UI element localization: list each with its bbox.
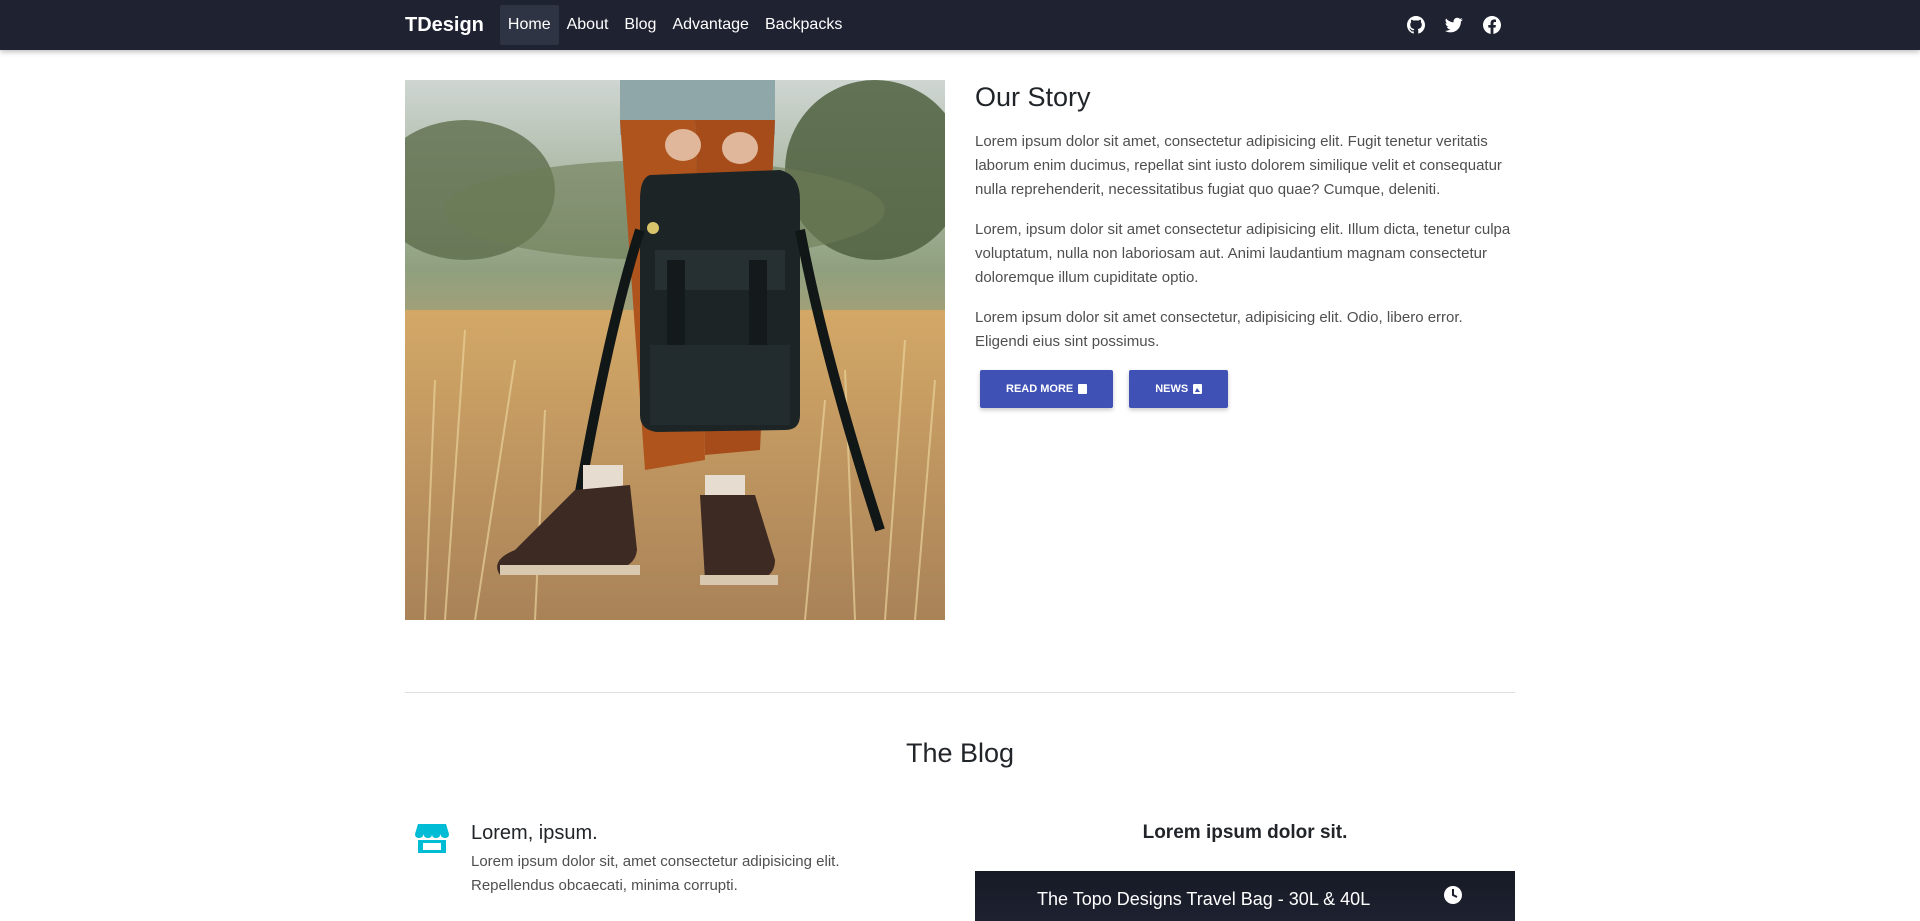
story-paragraph: Lorem ipsum dolor sit amet, consectetur … [975,133,1502,198]
story-title: Our Story [975,82,1091,112]
nav-link-advantage[interactable]: Advantage [664,5,757,45]
video-heading: Lorem ipsum dolor sit. [1142,822,1348,843]
image-icon [1193,384,1203,394]
feature-description: Lorem ipsum dolor sit, amet consectetur … [471,850,840,898]
blog-title: The Blog [905,738,1015,768]
news-button[interactable]: News [1129,370,1229,408]
nav-link-blog[interactable]: Blog [616,5,664,45]
github-icon[interactable] [1407,16,1425,34]
feature-description-line: Repellendus obcaecati, minima corrupti. [471,877,738,894]
story-paragraph: Lorem ipsum dolor sit amet consectetur, … [975,309,1463,350]
brand-logo[interactable]: TDesign [405,14,484,37]
story-paragraph: Lorem, ipsum dolor sit amet consectetur … [975,221,1511,286]
news-label: News [1155,383,1189,395]
watch-later-icon[interactable] [1443,885,1463,905]
story-buttons: Read more News [975,370,1515,408]
facebook-icon[interactable] [1483,16,1501,34]
nav-link-about[interactable]: About [559,5,617,45]
nav-link-backpacks[interactable]: Backpacks [757,5,850,45]
section-divider [405,692,1515,693]
book-icon [1078,384,1088,394]
read-more-button[interactable]: Read more [980,370,1114,408]
story-image [405,80,945,620]
story-section: Our Story Lorem ipsum dolor sit amet, co… [975,80,1515,408]
story-photo-illustration [405,80,945,620]
read-more-label: Read more [1006,383,1074,395]
feature-description-line: Lorem ipsum dolor sit, amet consectetur … [471,853,840,870]
feature-title: Lorem, ipsum. [471,822,598,844]
nav-link-home[interactable]: Home [499,5,559,45]
store-icon [415,820,449,854]
top-navbar: TDesign Home About Blog Advantage Backpa… [0,0,1920,50]
navbar-container: TDesign Home About Blog Advantage Backpa… [405,0,1515,50]
blog-feature: Lorem, ipsum. Lorem ipsum dolor sit, ame… [415,820,885,898]
twitter-icon[interactable] [1445,16,1463,34]
feature-text: Lorem, ipsum. Lorem ipsum dolor sit, ame… [471,820,840,898]
video-title[interactable]: The Topo Designs Travel Bag - 30L & 40L [1037,889,1370,910]
video-player[interactable]: The Topo Designs Travel Bag - 30L & 40L [975,871,1515,921]
social-icons [1407,0,1501,50]
nav-links: Home About Blog Advantage Backpacks [499,5,850,45]
